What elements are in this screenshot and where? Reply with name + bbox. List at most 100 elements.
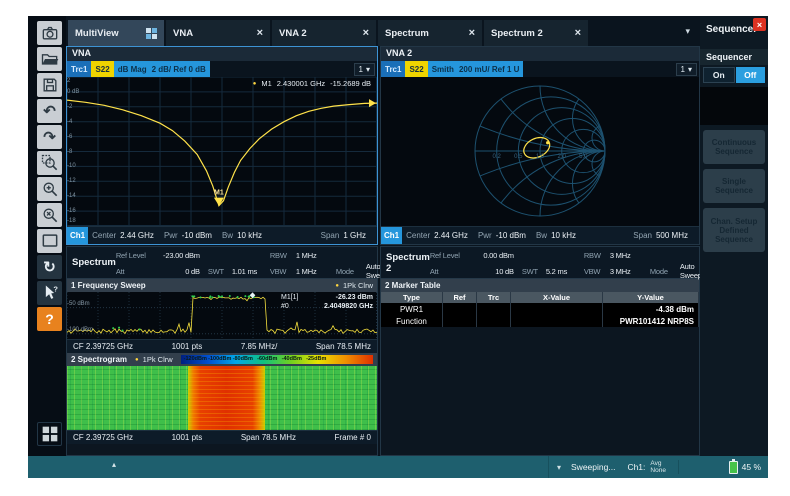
table-row[interactable]: Function PWR101412 NRP8S <box>381 315 699 327</box>
tab-vna[interactable]: VNA × <box>166 20 270 46</box>
channel-badge[interactable]: Ch1 <box>381 227 402 244</box>
trace-name-badge[interactable]: Trc1 <box>381 61 405 77</box>
rbw-value[interactable]: 1 MHz <box>296 251 336 260</box>
span-value[interactable]: 500 MHz <box>656 231 688 240</box>
window-vna[interactable]: VNA Trc1 S22 dB Mag2 dB/ Ref 0 dB 1▾ M1 … <box>66 46 378 245</box>
tab-vna2[interactable]: VNA 2 × <box>272 20 376 46</box>
open-file-button[interactable] <box>37 47 62 71</box>
peak-dot-icon <box>191 295 193 297</box>
spectrum-chart-area[interactable]: M1[1]-26.23 dBm #02.4049820 GHz -50 dBm-… <box>67 292 377 339</box>
continuous-sequence-button[interactable]: Continuous Sequence <box>703 130 765 164</box>
spectrum-header: Spectrum Ref Level-23.00 dBm RBW1 MHz At… <box>67 247 377 279</box>
rbw-value[interactable]: 3 MHz <box>610 251 650 260</box>
trace-number-dropdown[interactable]: 1▾ <box>676 63 697 76</box>
sequencer-off-button[interactable]: Off <box>736 67 766 83</box>
close-tab-icon[interactable]: × <box>575 27 581 39</box>
marker-table-bar: 2 Marker Table <box>381 279 699 292</box>
tab-overflow-button[interactable]: ▾ <box>685 26 690 37</box>
peak-dot-icon <box>244 295 246 297</box>
undo-button[interactable]: ↶ <box>37 99 62 123</box>
peak-dot-icon <box>199 296 201 298</box>
close-tab-icon[interactable]: × <box>469 27 475 39</box>
marker-m1-label: M1 <box>214 190 224 197</box>
bandwidth-value[interactable]: 10 kHz <box>237 231 262 240</box>
save-button[interactable] <box>37 73 62 97</box>
display-config-button[interactable] <box>37 229 62 253</box>
camera-icon <box>40 23 60 43</box>
peak-dot-icon <box>229 295 231 297</box>
smith-axis-label: 0.2 <box>492 154 500 160</box>
sequencer-on-button[interactable]: On <box>703 67 735 83</box>
context-help-button[interactable]: ? <box>37 281 62 305</box>
channel-status: Ch1: <box>627 462 645 472</box>
sequencer-refresh-button[interactable]: ↻ <box>37 255 62 279</box>
smith-axis-label: 1.0 <box>536 154 544 160</box>
att-value[interactable]: 0 dB <box>156 267 208 276</box>
frequency-sweep-bar: 1 Frequency Sweep ● 1Pk Clrw <box>67 279 377 292</box>
zoom-in-icon <box>40 179 60 199</box>
zoom-select-button[interactable] <box>37 151 62 175</box>
window-spectrum[interactable]: Spectrum Ref Level-23.00 dBm RBW1 MHz At… <box>66 246 378 456</box>
message-expand-icon[interactable]: ▾ <box>557 463 561 472</box>
ref-level-value[interactable]: -23.00 dBm <box>156 251 208 260</box>
spectrum-footer: CF 2.39725 GHz 1001 pts 7.85 MHz/ Span 7… <box>67 339 377 353</box>
tab-spectrum2[interactable]: Spectrum 2 × <box>484 20 588 46</box>
center-freq-value[interactable]: 2.44 GHz <box>120 231 154 240</box>
vbw-value[interactable]: 3 MHz <box>610 267 650 276</box>
mode-value[interactable]: Auto Sweep <box>680 262 702 280</box>
sequencer-label: Sequencer <box>700 49 768 65</box>
tab-label: Spectrum <box>385 28 429 39</box>
window-title: VNA <box>67 47 377 61</box>
close-tab-icon[interactable]: × <box>363 27 369 39</box>
att-value[interactable]: 10 dB <box>470 267 522 276</box>
close-panel-button[interactable]: × <box>753 18 766 31</box>
trace-name-badge[interactable]: Trc1 <box>67 61 91 77</box>
trace-format[interactable]: dB Mag2 dB/ Ref 0 dB <box>114 61 210 77</box>
peak-dot-icon <box>209 295 211 297</box>
cf-value[interactable]: CF 2.39725 GHz <box>73 342 133 351</box>
help-button[interactable]: ? <box>37 307 62 331</box>
vbw-value[interactable]: 1 MHz <box>296 267 336 276</box>
display-frame-icon <box>40 231 60 251</box>
close-tab-icon[interactable]: × <box>257 27 263 39</box>
spectrogram-area[interactable] <box>67 366 377 430</box>
window-spectrum2[interactable]: Spectrum 2 Ref Level0.00 dBm RBW3 MHz At… <box>380 246 700 456</box>
sparam-badge[interactable]: S22 <box>91 61 113 77</box>
screenshot-button[interactable] <box>37 21 62 45</box>
span-value[interactable]: Span 78.5 MHz <box>316 342 371 351</box>
power-value[interactable]: -10 dBm <box>496 231 526 240</box>
swt-value[interactable]: 1.01 ms <box>232 267 270 276</box>
ref-level-value[interactable]: 0.00 dBm <box>470 251 522 260</box>
tab-label: Spectrum 2 <box>491 28 543 39</box>
cf-value[interactable]: CF 2.39725 GHz <box>73 433 133 442</box>
span-value[interactable]: Span 78.5 MHz <box>241 433 296 442</box>
smith-chart-area[interactable]: 0.20.51.02.05.0 <box>381 77 699 226</box>
power-value[interactable]: -10 dBm <box>182 231 212 240</box>
sparam-badge[interactable]: S22 <box>405 61 427 77</box>
swt-value[interactable]: 5.2 ms <box>546 267 584 276</box>
window-vna2[interactable]: VNA 2 Trc1 S22 Smith200 mU/ Ref 1 U 1▾ 0… <box>380 46 700 245</box>
channel-defined-sequence-button[interactable]: Chan. Setup Defined Sequence <box>703 208 765 252</box>
spectrogram-footer: CF 2.39725 GHz 1001 pts Span 78.5 MHz Fr… <box>67 430 377 444</box>
channel-badge[interactable]: Ch1 <box>67 227 88 244</box>
center-freq-value[interactable]: 2.44 GHz <box>434 231 468 240</box>
zoom-in-button[interactable] <box>37 177 62 201</box>
single-sequence-button[interactable]: Single Sequence <box>703 169 765 203</box>
trace-number-dropdown[interactable]: 1▾ <box>354 63 375 76</box>
table-row[interactable]: PWR1 -4.38 dBm <box>381 303 699 315</box>
zoom-off-icon <box>40 205 60 225</box>
vna-chart-area[interactable]: M1 ● M12.430001 GHz-15.2689 dB 20 dB-2-4… <box>67 77 377 226</box>
tab-spectrum[interactable]: Spectrum × <box>378 20 482 46</box>
smith-axis-label: 2.0 <box>557 154 565 160</box>
zoom-off-button[interactable] <box>37 203 62 227</box>
bandwidth-value[interactable]: 10 kHz <box>551 231 576 240</box>
windows-start-button[interactable] <box>37 422 62 446</box>
tab-multiview[interactable]: MultiView <box>68 20 164 46</box>
smith-axis-label: 5.0 <box>579 154 587 160</box>
span-value[interactable]: 1 GHz <box>343 231 366 240</box>
trace-format[interactable]: Smith200 mU/ Ref 1 U <box>428 61 524 77</box>
frame-value[interactable]: Frame # 0 <box>335 433 371 442</box>
redo-button[interactable]: ↷ <box>37 125 62 149</box>
instrument-screen: ↶ ↷ ↻ ? ? MultiView VNA × <box>28 16 768 478</box>
statusbar-collapse-icon[interactable]: ▴ <box>112 460 116 469</box>
